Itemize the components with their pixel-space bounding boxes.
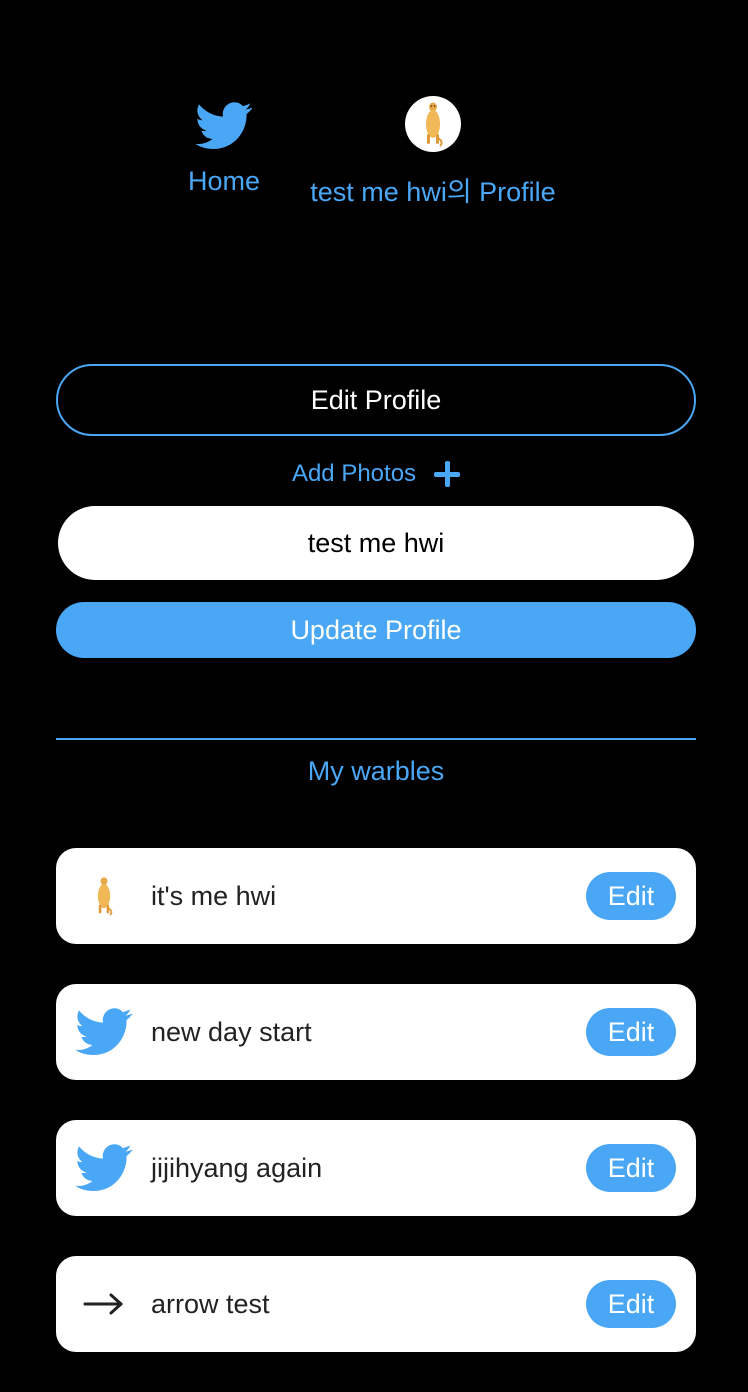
warble-list: it's me hwi Edit new day start Edit jiji…: [56, 848, 696, 1392]
meerkat-image: [74, 866, 134, 926]
nav-profile-label: test me hwi의 Profile: [310, 177, 556, 207]
user-avatar: [405, 96, 461, 152]
edit-warble-button[interactable]: Edit: [586, 1280, 676, 1328]
plus-icon: [434, 461, 461, 487]
warble-text: arrow test: [151, 1288, 270, 1319]
profile-edit-form: Edit Profile Add Photos Update Profile: [56, 364, 696, 658]
update-profile-button[interactable]: Update Profile: [56, 602, 696, 658]
my-warbles-title: My warbles: [307, 756, 445, 786]
warble-text: it's me hwi: [151, 880, 277, 911]
warble-item: jijihyang again Edit: [56, 1120, 696, 1216]
section-divider: [56, 738, 696, 740]
edit-warble-button[interactable]: Edit: [586, 872, 676, 920]
add-photos-button[interactable]: Add Photos: [56, 456, 696, 492]
edit-profile-button[interactable]: Edit Profile: [56, 364, 696, 436]
warble-item: new day start Edit: [56, 984, 696, 1080]
twitter-bird-icon: [194, 102, 253, 150]
nav-home-label: Home: [187, 166, 261, 196]
arrow-right-icon: [74, 1274, 134, 1334]
display-name-input[interactable]: [58, 506, 694, 580]
warble-text: jijihyang again: [151, 1152, 323, 1183]
edit-warble-button[interactable]: Edit: [586, 1144, 676, 1192]
add-photos-label: Add Photos: [291, 460, 417, 487]
top-navigation: Home test me hwi의 Profile: [0, 96, 748, 216]
edit-warble-button[interactable]: Edit: [586, 1008, 676, 1056]
warble-item: it's me hwi Edit: [56, 848, 696, 944]
warble-text: new day start: [151, 1016, 312, 1047]
twitter-bird-icon: [74, 1138, 134, 1198]
nav-home-link[interactable]: Home: [174, 96, 274, 197]
twitter-bird-icon: [74, 1002, 134, 1062]
nav-profile-link[interactable]: test me hwi의 Profile: [288, 96, 578, 209]
warble-item: arrow test Edit: [56, 1256, 696, 1352]
